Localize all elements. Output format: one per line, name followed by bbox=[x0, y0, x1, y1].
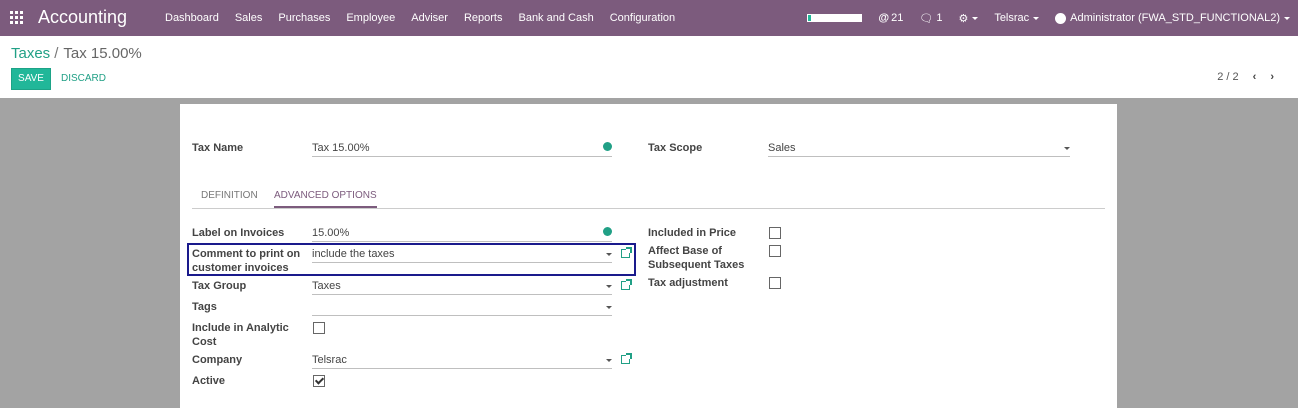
user-name: Administrator (FWA_STD_FUNCTIONAL2) bbox=[1070, 12, 1280, 24]
mentions-count: 21 bbox=[891, 12, 904, 24]
avatar bbox=[1055, 12, 1067, 24]
save-button[interactable]: SAVE bbox=[11, 68, 51, 90]
tax-scope-value: Sales bbox=[768, 142, 796, 154]
notebook-tabs: DEFINITION ADVANCED OPTIONS bbox=[192, 184, 1105, 209]
apps-menu-icon[interactable] bbox=[10, 11, 23, 24]
caret-down-icon bbox=[972, 16, 979, 20]
pager-next-button[interactable]: › bbox=[1270, 71, 1274, 83]
debug-menu[interactable]: ⚙ bbox=[958, 12, 979, 25]
tax-adjustment-checkbox[interactable] bbox=[769, 277, 781, 289]
at-icon: @ bbox=[878, 12, 890, 24]
progress-bar[interactable] bbox=[807, 14, 863, 22]
company-value: Telsrac bbox=[312, 354, 347, 366]
main-menu: Dashboard Sales Purchases Employee Advis… bbox=[157, 0, 683, 36]
menu-employee[interactable]: Employee bbox=[338, 12, 403, 24]
included-in-price-label: Included in Price bbox=[648, 227, 737, 239]
tax-scope-label: Tax Scope bbox=[648, 142, 703, 154]
translate-globe-icon[interactable] bbox=[603, 227, 612, 236]
discard-button[interactable]: DISCARD bbox=[61, 68, 106, 90]
caret-down-icon bbox=[1284, 16, 1290, 20]
analytic-cost-label: Include in Analytic Cost bbox=[192, 322, 289, 348]
tax-group-label: Tax Group bbox=[192, 280, 247, 292]
included-in-price-checkbox[interactable] bbox=[769, 227, 781, 239]
external-link-icon[interactable] bbox=[621, 353, 632, 364]
menu-configuration[interactable]: Configuration bbox=[602, 12, 683, 24]
tax-name-label: Tax Name bbox=[192, 142, 244, 154]
pager-previous-button[interactable]: ‹ bbox=[1253, 71, 1257, 83]
label-on-invoices-value: 15.00% bbox=[312, 227, 350, 239]
messages-count: 1 bbox=[936, 12, 943, 24]
active-checkbox[interactable] bbox=[313, 375, 325, 387]
translate-globe-icon[interactable] bbox=[603, 142, 612, 151]
tags-label: Tags bbox=[192, 301, 217, 313]
menu-bank-and-cash[interactable]: Bank and Cash bbox=[510, 12, 601, 24]
menu-adviser[interactable]: Adviser bbox=[403, 12, 456, 24]
menu-sales[interactable]: Sales bbox=[227, 12, 271, 24]
tax-group-select[interactable]: Taxes bbox=[312, 279, 612, 295]
tags-input[interactable] bbox=[312, 300, 612, 316]
breadcrumb-taxes[interactable]: Taxes bbox=[11, 45, 50, 62]
dropdown-caret-icon bbox=[606, 285, 612, 288]
top-navbar: Accounting Dashboard Sales Purchases Emp… bbox=[0, 0, 1298, 36]
dropdown-caret-icon bbox=[606, 359, 612, 362]
dropdown-caret-icon bbox=[606, 306, 612, 309]
breadcrumb-separator: / bbox=[54, 45, 59, 62]
app-title: Accounting bbox=[38, 7, 128, 27]
company-name: Telsrac bbox=[994, 12, 1030, 24]
pager-value[interactable]: 2 / 2 bbox=[1217, 71, 1238, 83]
mentions-button[interactable]: @ 21 bbox=[878, 12, 903, 24]
menu-reports[interactable]: Reports bbox=[456, 12, 511, 24]
active-label: Active bbox=[192, 375, 226, 387]
label-on-invoices-label: Label on Invoices bbox=[192, 227, 285, 239]
breadcrumb-current: Tax 15.00% bbox=[63, 45, 142, 62]
user-menu[interactable]: Administrator (FWA_STD_FUNCTIONAL2) bbox=[1055, 12, 1290, 24]
chat-icon: 🗨 bbox=[919, 12, 934, 25]
company-select[interactable]: Telsrac bbox=[312, 353, 612, 369]
tab-advanced-options[interactable]: ADVANCED OPTIONS bbox=[274, 190, 377, 208]
caret-down-icon bbox=[1033, 16, 1040, 20]
menu-purchases[interactable]: Purchases bbox=[270, 12, 338, 24]
messages-button[interactable]: 🗨 1 bbox=[919, 12, 942, 25]
systray: @ 21 🗨 1 ⚙ Telsrac Administrator (FWA_ST… bbox=[807, 0, 1298, 36]
tab-definition[interactable]: DEFINITION bbox=[201, 190, 258, 201]
company-switcher[interactable]: Telsrac bbox=[994, 12, 1040, 24]
external-link-icon[interactable] bbox=[621, 279, 632, 290]
analytic-cost-checkbox[interactable] bbox=[313, 322, 325, 334]
tax-adjustment-label: Tax adjustment bbox=[648, 277, 728, 289]
progress-fill bbox=[808, 15, 811, 21]
affect-base-label: Affect Base of Subsequent Taxes bbox=[648, 245, 745, 271]
label-on-invoices-input[interactable]: 15.00% bbox=[312, 226, 612, 242]
tax-name-input[interactable]: Tax 15.00% bbox=[312, 141, 612, 157]
tax-group-value: Taxes bbox=[312, 280, 341, 292]
tax-scope-select[interactable]: Sales bbox=[768, 141, 1070, 157]
affect-base-checkbox[interactable] bbox=[769, 245, 781, 257]
dropdown-caret-icon bbox=[1064, 147, 1070, 150]
tax-name-value: Tax 15.00% bbox=[312, 142, 370, 154]
pager: 2 / 2 ‹ › bbox=[1217, 71, 1274, 83]
breadcrumb: Taxes / Tax 15.00% bbox=[11, 45, 142, 62]
company-label: Company bbox=[192, 354, 243, 366]
highlight-box bbox=[187, 243, 636, 276]
bug-icon: ⚙ bbox=[958, 12, 969, 25]
menu-dashboard[interactable]: Dashboard bbox=[157, 12, 227, 24]
